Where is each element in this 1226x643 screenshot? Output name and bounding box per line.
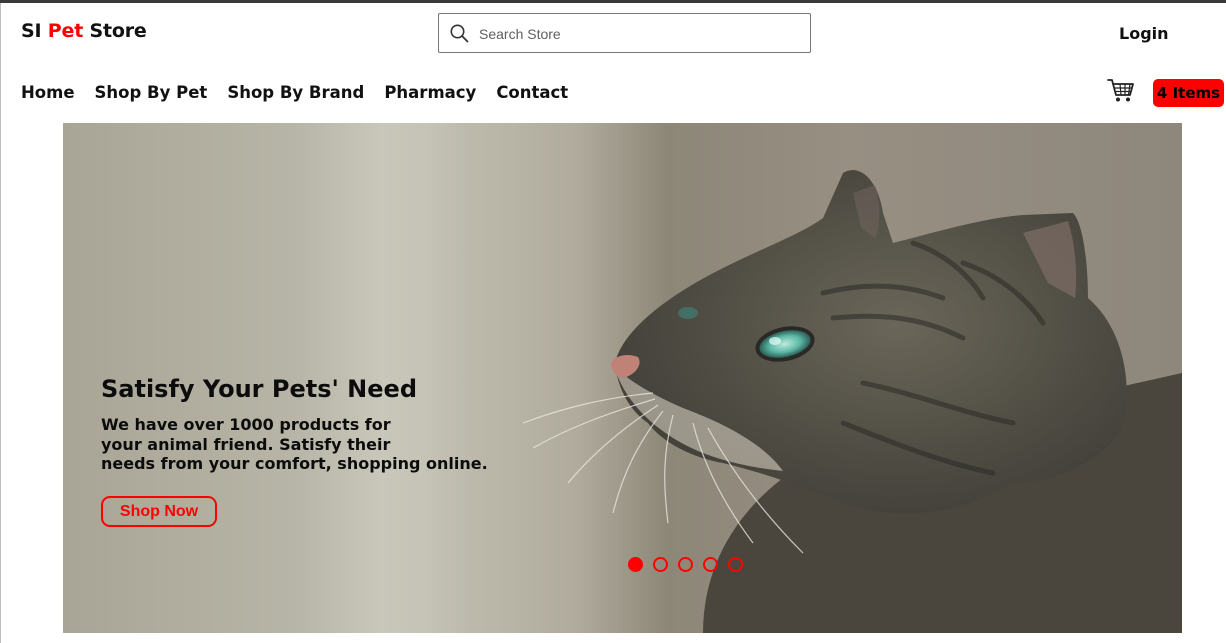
- site-logo[interactable]: SI Pet Store: [21, 20, 147, 42]
- nav-item-shop-by-pet[interactable]: Shop By Pet: [95, 83, 208, 102]
- carousel-indicators: [628, 557, 743, 572]
- hero-description: We have over 1000 products for your anim…: [101, 415, 488, 474]
- carousel-dot[interactable]: [703, 557, 718, 572]
- logo-part-3: Store: [83, 20, 147, 42]
- window-top-border: [0, 0, 1226, 3]
- hero-description-line: your animal friend. Satisfy their: [101, 434, 391, 454]
- main-nav: Home Shop By Pet Shop By Brand Pharmacy …: [21, 83, 568, 102]
- hero-title: Satisfy Your Pets' Need: [101, 375, 417, 403]
- hero-description-line: We have over 1000 products for: [101, 415, 391, 434]
- shop-now-button[interactable]: Shop Now: [101, 496, 217, 527]
- nav-item-shop-by-brand[interactable]: Shop By Brand: [227, 83, 364, 102]
- cart-icon[interactable]: [1107, 78, 1135, 104]
- hero-banner: Satisfy Your Pets' Need We have over 100…: [63, 123, 1182, 633]
- carousel-dot[interactable]: [628, 557, 643, 572]
- hero-description-line: needs from your comfort, shopping online…: [101, 454, 488, 473]
- carousel-dot[interactable]: [653, 557, 668, 572]
- nav-item-home[interactable]: Home: [21, 83, 75, 102]
- cart-count-badge[interactable]: 4 Items: [1153, 79, 1224, 107]
- carousel-dot[interactable]: [678, 557, 693, 572]
- window-left-border: [0, 3, 1, 643]
- login-link[interactable]: Login: [1119, 24, 1169, 43]
- nav-item-contact[interactable]: Contact: [496, 83, 568, 102]
- logo-part-1: SI: [21, 20, 48, 42]
- search-icon[interactable]: [450, 24, 469, 43]
- search-box[interactable]: [438, 13, 811, 53]
- carousel-dot[interactable]: [728, 557, 743, 572]
- nav-item-pharmacy[interactable]: Pharmacy: [384, 83, 476, 102]
- search-input[interactable]: [479, 23, 799, 45]
- logo-part-2: Pet: [47, 20, 84, 42]
